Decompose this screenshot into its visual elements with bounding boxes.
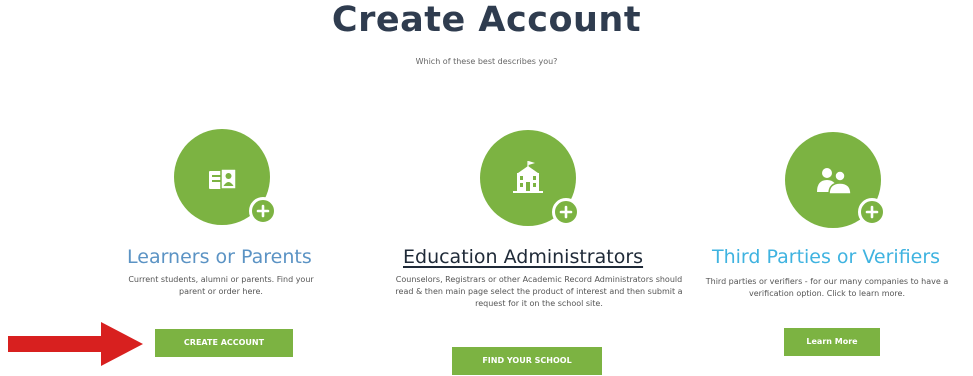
administrators-add-icon[interactable] [552, 198, 580, 226]
third-parties-title[interactable]: Third Parties or Verifiers [712, 246, 940, 268]
find-your-school-button[interactable]: FIND YOUR SCHOOL [452, 347, 602, 375]
learners-title[interactable]: Learners or Parents [127, 246, 312, 268]
page-title: Create Account [331, 0, 642, 40]
create-account-button[interactable]: CREATE ACCOUNT [155, 329, 293, 357]
learn-more-button[interactable]: Learn More [784, 328, 880, 356]
third-parties-description: Third parties or verifiers - for our man… [705, 277, 949, 298]
third-parties-add-icon[interactable] [858, 198, 886, 226]
learners-description: Current students, alumni or parents. Fin… [128, 275, 314, 296]
administrators-description: Counselors, Registrars or other Academic… [395, 275, 683, 308]
people-icon [817, 168, 852, 195]
page-subtitle: Which of these best describes you? [415, 57, 558, 66]
red-arrow-icon [8, 322, 143, 366]
school-building-icon [513, 161, 543, 193]
student-id-icon [209, 168, 237, 190]
administrators-title[interactable]: Education Administrators [403, 246, 643, 268]
learners-add-icon[interactable] [249, 197, 277, 225]
